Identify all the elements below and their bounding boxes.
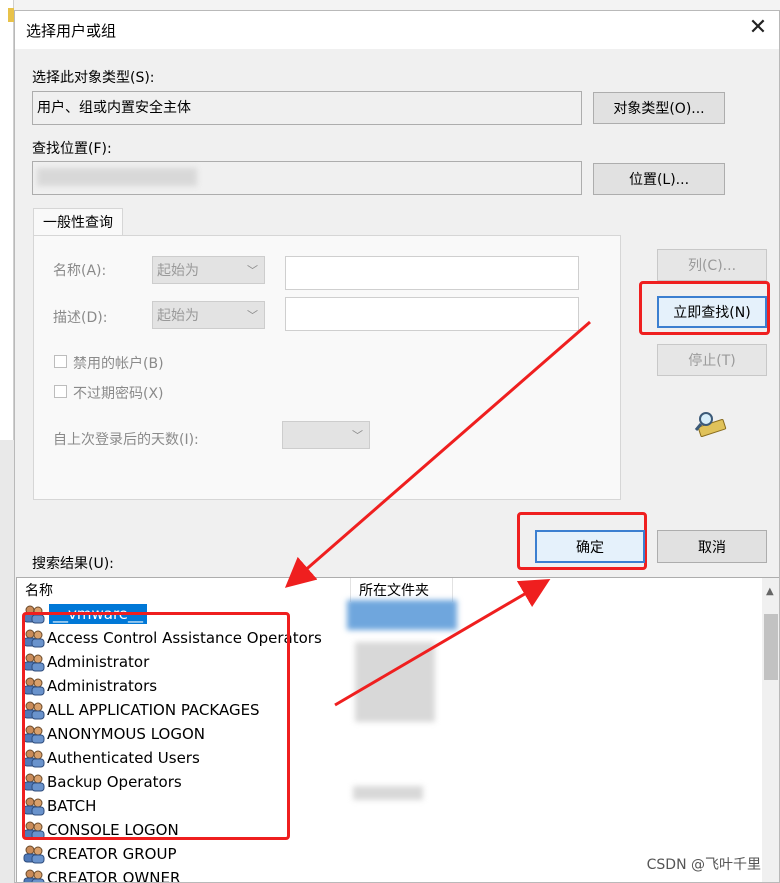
arrow-results-to-ok [334,578,551,707]
annotation-arrows [284,320,591,707]
arrow-find-to-results [284,320,591,588]
